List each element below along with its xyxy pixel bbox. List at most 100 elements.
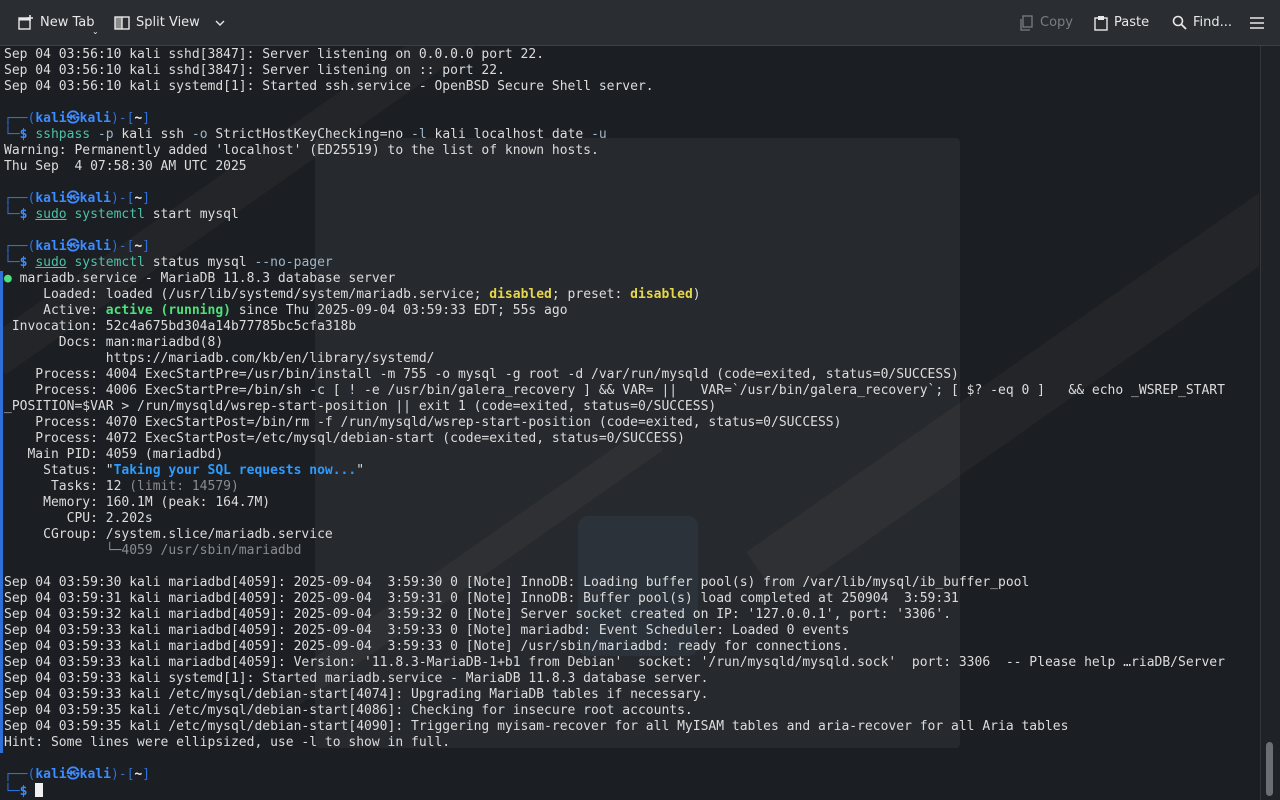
terminal-text: disabled	[489, 287, 552, 302]
terminal-text: ]	[142, 191, 151, 206]
terminal-line: Sep 04 03:59:33 kali mariadbd[4059]: Ver…	[4, 655, 1256, 671]
new-tab-button[interactable]: New Tab ⌄	[18, 0, 99, 45]
terminal-text: https://mariadb.com/kb/en/library/system…	[4, 351, 435, 366]
terminal-line: Tasks: 12 (limit: 14579)	[4, 479, 1256, 495]
terminal-text: Sep 04 03:56:10 kali sshd[3847]: Server …	[4, 63, 505, 78]
split-view-button[interactable]: Split View	[114, 0, 226, 45]
terminal-line: └─$ sudo systemctl status mysql --no-pag…	[4, 255, 1256, 271]
terminal-text: disabled	[630, 287, 693, 302]
terminal-text: sudo	[35, 207, 67, 222]
terminal-text: └─	[4, 784, 20, 799]
terminal-line: CGroup: /system.slice/mariadb.service	[4, 527, 1256, 543]
hamburger-menu-icon	[1249, 16, 1265, 30]
terminal-text: )-[	[110, 191, 135, 206]
terminal-text: systemctl	[66, 255, 145, 270]
terminal-text: StrictHostKeyChecking=no	[215, 127, 412, 142]
terminal-line: Status: "Taking your SQL requests now...…	[4, 463, 1256, 479]
terminal-line: Process: 4070 ExecStartPost=/bin/rm -f /…	[4, 415, 1256, 431]
terminal-text: └─	[4, 207, 20, 222]
terminal-line: CPU: 2.202s	[4, 511, 1256, 527]
scrollbar-thumb[interactable]	[1266, 742, 1273, 796]
terminal-text: )	[692, 287, 701, 302]
terminal-line: Invocation: 52c4a675bd304a14b77785bc5cfa…	[4, 319, 1256, 335]
terminal-text: Process: 4070 ExecStartPost=/bin/rm -f /…	[4, 415, 842, 430]
terminal-text: sshpass	[35, 127, 91, 142]
terminal-line: Main PID: 4059 (mariadbd)	[4, 447, 1256, 463]
terminal-text: kali㉿kali	[35, 239, 111, 254]
find-label: Find...	[1193, 15, 1233, 30]
terminal-text: $	[19, 784, 36, 799]
terminal-text: Warning: Permanently added 'localhost' (…	[4, 143, 599, 158]
terminal-text: Sep 04 03:59:33 kali mariadbd[4059]: Ver…	[4, 655, 1225, 670]
terminal-text: Sep 04 03:59:33 kali /etc/mysql/debian-s…	[4, 687, 709, 702]
terminal-output[interactable]: Sep 04 03:56:10 kali sshd[3847]: Server …	[4, 47, 1256, 799]
terminal-text: Sep 04 03:59:30 kali mariadbd[4059]: 202…	[4, 575, 1030, 590]
terminal-line: └─4059 /usr/sbin/mariadbd	[4, 543, 1256, 559]
hamburger-menu-button[interactable]	[1249, 0, 1265, 45]
terminal-text: start mysql	[144, 207, 239, 222]
find-button[interactable]: Find...	[1172, 0, 1232, 45]
terminal-text: └─4059 /usr/sbin/mariadbd	[4, 543, 302, 558]
terminal-text: ●	[4, 271, 12, 286]
terminal-text: --no-pager	[254, 255, 333, 270]
terminal-text: Thu Sep 4 07:58:30 AM UTC 2025	[4, 159, 247, 174]
terminal-line: Sep 04 03:59:33 kali /etc/mysql/debian-s…	[4, 687, 1256, 703]
terminal-text: CGroup: /system.slice/mariadb.service	[4, 527, 333, 542]
terminal-line: Sep 04 03:59:31 kali mariadbd[4059]: 202…	[4, 591, 1256, 607]
terminal-text: Invocation: 52c4a675bd304a14b77785bc5cfa…	[4, 319, 357, 334]
terminal-line: Sep 04 03:59:33 kali systemd[1]: Started…	[4, 671, 1256, 687]
terminal-text: Sep 04 03:59:33 kali mariadbd[4059]: 202…	[4, 639, 850, 654]
terminal-text: └─	[4, 127, 20, 142]
terminal-text: kali㉿kali	[35, 767, 111, 782]
terminal-line: Process: 4006 ExecStartPre=/bin/sh -c [ …	[4, 383, 1256, 399]
terminal-text: kali㉿kali	[35, 111, 111, 126]
terminal-line: ┌──(kali㉿kali)-[~]	[4, 239, 1256, 255]
scrollbar-track[interactable]	[1260, 46, 1280, 800]
terminal-text: )-[	[110, 111, 135, 126]
terminal-line: Thu Sep 4 07:58:30 AM UTC 2025	[4, 159, 1256, 175]
terminal-line: Sep 04 03:59:33 kali mariadbd[4059]: 202…	[4, 623, 1256, 639]
copy-button[interactable]: Copy	[1019, 0, 1073, 45]
terminal-text: ]	[142, 767, 151, 782]
terminal-line: └─$ sshpass -p kali ssh -o StrictHostKey…	[4, 127, 1256, 143]
terminal-text: Sep 04 03:59:33 kali systemd[1]: Started…	[4, 671, 709, 686]
terminal-text: ┌──(	[4, 111, 36, 126]
terminal-line: Memory: 160.1M (peak: 164.7M)	[4, 495, 1256, 511]
terminal-line: ┌──(kali㉿kali)-[~]	[4, 191, 1256, 207]
terminal-text: Process: 4006 ExecStartPre=/bin/sh -c [ …	[4, 383, 1225, 398]
paste-button[interactable]: Paste	[1094, 0, 1149, 45]
terminal-text: Docs: man:mariadbd(8)	[4, 335, 224, 350]
terminal-line: Sep 04 03:59:35 kali /etc/mysql/debian-s…	[4, 719, 1256, 735]
terminal-line: Sep 04 03:59:32 kali mariadbd[4059]: 202…	[4, 607, 1256, 623]
terminal-line: Active: active (running) since Thu 2025-…	[4, 303, 1256, 319]
terminal-text: $	[19, 127, 36, 142]
copy-label: Copy	[1040, 15, 1073, 30]
terminal-text: $	[19, 207, 36, 222]
terminal-toolbar: New Tab ⌄ Split View Copy Paste Find...	[0, 0, 1280, 46]
new-tab-label: New Tab	[40, 15, 95, 30]
terminal-line: https://mariadb.com/kb/en/library/system…	[4, 351, 1256, 367]
terminal-text: since Thu 2025-09-04 03:59:33 EDT; 55s a…	[230, 303, 568, 318]
terminal-text: -l	[411, 127, 435, 142]
terminal-text: Sep 04 03:59:35 kali /etc/mysql/debian-s…	[4, 719, 1069, 734]
terminal-text: sudo	[35, 255, 67, 270]
search-icon	[1172, 15, 1187, 30]
terminal-line: └─$ sudo systemctl start mysql	[4, 207, 1256, 223]
terminal-text: -o	[191, 127, 216, 142]
terminal-text: mariadb.service - MariaDB 11.8.3 databas…	[11, 271, 396, 286]
terminal-text: Sep 04 03:59:35 kali /etc/mysql/debian-s…	[4, 703, 693, 718]
terminal-line: Sep 04 03:56:10 kali sshd[3847]: Server …	[4, 63, 1256, 79]
terminal-text: Loaded: loaded (/usr/lib/systemd/system/…	[4, 287, 490, 302]
terminal-line: └─$	[4, 783, 1256, 799]
terminal-line: Sep 04 03:59:30 kali mariadbd[4059]: 202…	[4, 575, 1256, 591]
terminal-text: CPU: 2.202s	[4, 511, 153, 526]
terminal-text: Hint: Some lines were ellipsized, use -l…	[4, 735, 451, 750]
terminal-text: ┌──(	[4, 191, 36, 206]
terminal-text: Memory: 160.1M (peak: 164.7M)	[4, 495, 271, 510]
terminal-text: Sep 04 03:56:10 kali systemd[1]: Started…	[4, 79, 654, 94]
terminal-text: ; preset:	[551, 287, 631, 302]
